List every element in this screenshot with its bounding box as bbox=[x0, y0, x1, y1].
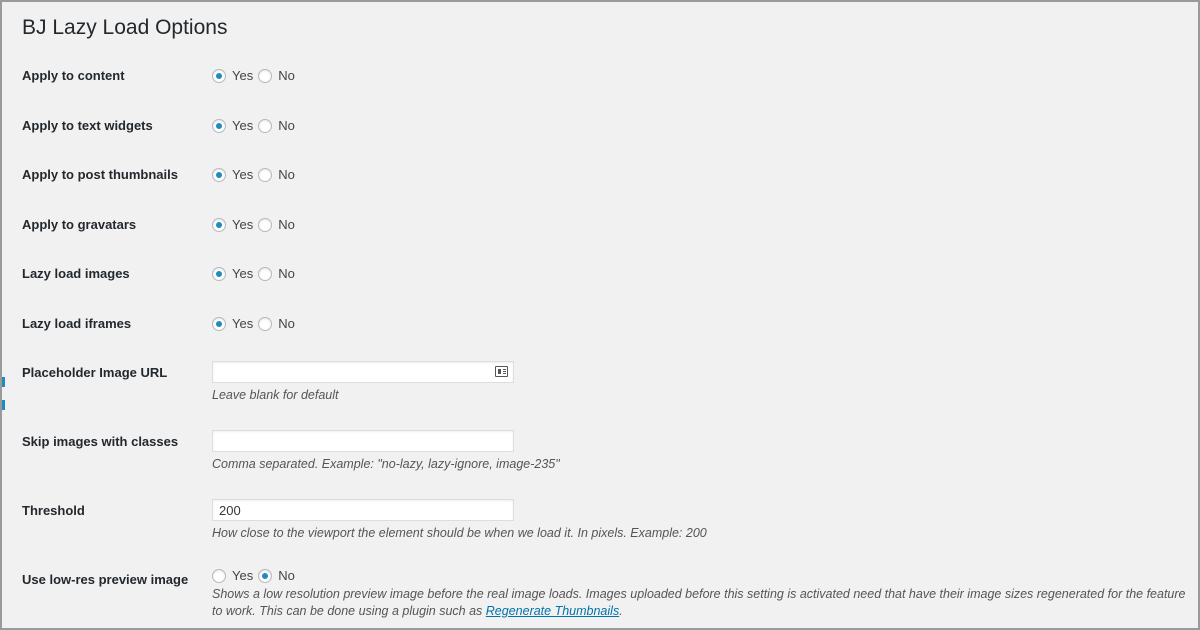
skip-classes-field: Comma separated. Example: "no-lazy, lazy… bbox=[212, 430, 560, 473]
threshold-value: 200 bbox=[219, 502, 241, 518]
radio-no[interactable] bbox=[258, 167, 273, 182]
radio-no-label[interactable]: No bbox=[278, 568, 295, 583]
option-label: Apply to content bbox=[22, 68, 125, 83]
radio-yes[interactable] bbox=[212, 68, 226, 83]
low-res-preview-description-end: . bbox=[619, 604, 623, 618]
option-label: Apply to post thumbnails bbox=[22, 167, 178, 182]
radio-no[interactable] bbox=[258, 118, 273, 133]
option-label: Use low-res preview image bbox=[22, 572, 189, 587]
radio-no[interactable] bbox=[258, 217, 273, 232]
placeholder-url-input[interactable] bbox=[212, 361, 514, 383]
radio-yes-label[interactable]: Yes bbox=[232, 217, 253, 232]
threshold-field: 200 How close to the viewport the elemen… bbox=[212, 499, 707, 542]
radio-group-apply-post-thumbnails: Yes No bbox=[212, 167, 300, 182]
radio-no[interactable] bbox=[258, 316, 273, 331]
option-label: Apply to text widgets bbox=[22, 118, 153, 133]
radio-yes-label[interactable]: Yes bbox=[232, 316, 253, 331]
radio-yes-label[interactable]: Yes bbox=[232, 167, 253, 182]
threshold-description: How close to the viewport the element sh… bbox=[212, 526, 707, 540]
radio-group-apply-text-widgets: Yes No bbox=[212, 118, 300, 133]
radio-group-apply-gravatars: Yes No bbox=[212, 217, 300, 232]
regenerate-thumbnails-link[interactable]: Regenerate Thumbnails bbox=[486, 604, 619, 618]
radio-no-label[interactable]: No bbox=[278, 266, 295, 281]
radio-group-lazy-load-images: Yes No bbox=[212, 266, 300, 281]
radio-no[interactable] bbox=[258, 266, 273, 281]
option-label: Lazy load iframes bbox=[22, 316, 132, 331]
option-label: Lazy load images bbox=[22, 266, 130, 281]
radio-yes-label[interactable]: Yes bbox=[232, 118, 253, 133]
radio-yes[interactable] bbox=[212, 316, 226, 331]
radio-yes[interactable] bbox=[212, 118, 226, 133]
admin-edge-marker bbox=[2, 377, 5, 387]
low-res-preview-description-text: Shows a low resolution preview image bef… bbox=[212, 587, 1186, 618]
placeholder-url-field: Leave blank for default bbox=[212, 361, 514, 404]
radio-yes[interactable] bbox=[212, 568, 226, 583]
radio-group-apply-content: Yes No bbox=[212, 68, 300, 83]
option-label: Threshold bbox=[22, 503, 85, 518]
radio-group-low-res-preview: Yes No bbox=[212, 568, 1187, 583]
radio-yes[interactable] bbox=[212, 266, 226, 281]
option-label: Apply to gravatars bbox=[22, 217, 137, 232]
radio-yes-label[interactable]: Yes bbox=[232, 266, 253, 281]
radio-no[interactable] bbox=[258, 568, 273, 583]
radio-no-label[interactable]: No bbox=[278, 316, 295, 331]
radio-no-label[interactable]: No bbox=[278, 118, 295, 133]
threshold-input[interactable]: 200 bbox=[212, 499, 514, 521]
page-title: BJ Lazy Load Options bbox=[22, 16, 228, 39]
skip-classes-input[interactable] bbox=[212, 430, 514, 452]
low-res-preview-description: Shows a low resolution preview image bef… bbox=[212, 586, 1187, 620]
skip-classes-description: Comma separated. Example: "no-lazy, lazy… bbox=[212, 457, 560, 471]
radio-yes[interactable] bbox=[212, 217, 226, 232]
radio-no-label[interactable]: No bbox=[278, 167, 295, 182]
option-label: Skip images with classes bbox=[22, 434, 179, 449]
admin-edge-marker bbox=[2, 400, 5, 410]
settings-page: BJ Lazy Load Options Apply to content Ye… bbox=[0, 0, 1200, 630]
placeholder-url-description: Leave blank for default bbox=[212, 388, 339, 402]
radio-yes-label[interactable]: Yes bbox=[232, 68, 253, 83]
radio-no[interactable] bbox=[258, 68, 273, 83]
radio-yes-label[interactable]: Yes bbox=[232, 568, 253, 583]
radio-group-lazy-load-iframes: Yes No bbox=[212, 316, 300, 331]
radio-no-label[interactable]: No bbox=[278, 217, 295, 232]
radio-yes[interactable] bbox=[212, 167, 226, 182]
radio-no-label[interactable]: No bbox=[278, 68, 295, 83]
option-label: Placeholder Image URL bbox=[22, 365, 168, 380]
media-library-icon[interactable] bbox=[495, 366, 508, 377]
low-res-preview-field: Yes No Shows a low resolution preview im… bbox=[212, 568, 1187, 620]
